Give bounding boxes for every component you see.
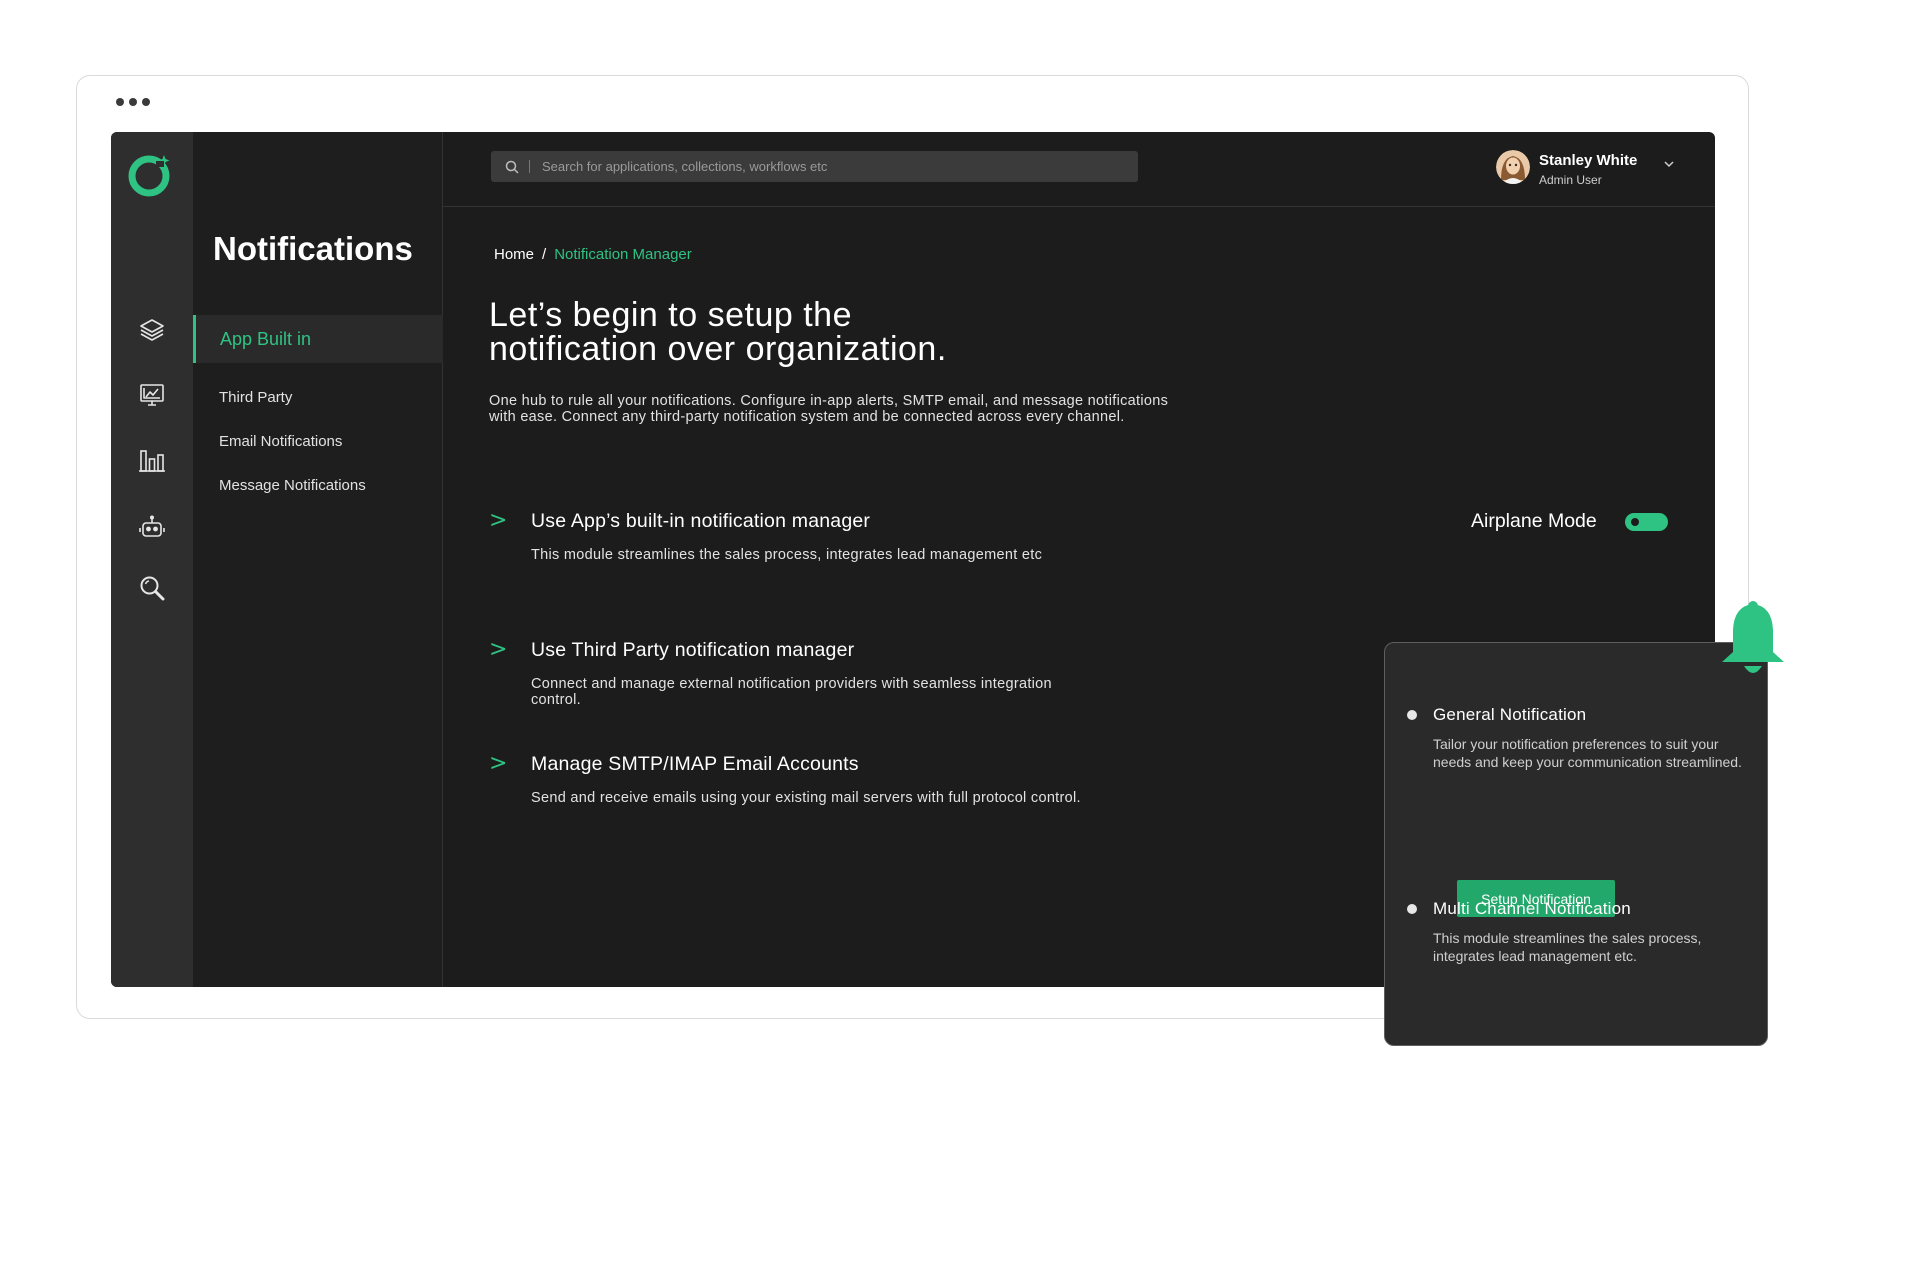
ellipsis-icon[interactable] bbox=[116, 98, 150, 106]
page-title-line-2: notification over organization. bbox=[489, 330, 947, 368]
breadcrumb: Home / Notification Manager bbox=[494, 246, 692, 263]
subnav-title: Notifications bbox=[213, 230, 413, 267]
option-title[interactable]: Use App’s built-in notification manager bbox=[531, 510, 870, 533]
user-role: Admin User bbox=[1539, 173, 1602, 187]
option-description: This module streamlines the sales proces… bbox=[531, 547, 1043, 563]
bar-chart-icon[interactable] bbox=[137, 446, 167, 476]
chevron-down-icon[interactable] bbox=[1663, 158, 1675, 170]
bullet-icon bbox=[1407, 904, 1417, 914]
robot-icon[interactable] bbox=[137, 513, 167, 543]
avatar bbox=[1496, 150, 1530, 184]
chevron-right-icon[interactable]: > bbox=[489, 637, 507, 662]
option-title[interactable]: Manage SMTP/IMAP Email Accounts bbox=[531, 753, 859, 776]
search-icon[interactable] bbox=[137, 573, 167, 603]
page-description: One hub to rule all your notifications. … bbox=[489, 393, 1169, 425]
option-description: Send and receive emails using your exist… bbox=[531, 790, 1081, 806]
notification-description: Tailor your notification preferences to … bbox=[1433, 736, 1742, 770]
notification-title: Multi Channel Notification bbox=[1433, 899, 1631, 918]
breadcrumb-home[interactable]: Home bbox=[494, 246, 534, 263]
option-description: Connect and manage external notification… bbox=[531, 676, 1052, 708]
user-menu[interactable]: Stanley White Admin User bbox=[1496, 150, 1696, 190]
breadcrumb-current: Notification Manager bbox=[554, 246, 692, 263]
search-divider bbox=[529, 160, 530, 173]
page-title: Let’s begin to setup the notification ov… bbox=[489, 298, 1089, 366]
breadcrumb-separator: / bbox=[542, 246, 547, 263]
airplane-mode-label: Airplane Mode bbox=[1471, 510, 1597, 532]
notification-title: General Notification bbox=[1433, 705, 1587, 724]
icon-rail bbox=[111, 132, 193, 987]
search-bar bbox=[491, 151, 1138, 182]
option-title[interactable]: Use Third Party notification manager bbox=[531, 639, 854, 662]
chevron-right-icon[interactable]: > bbox=[489, 751, 507, 776]
chevron-right-icon[interactable]: > bbox=[489, 508, 507, 533]
layers-icon[interactable] bbox=[137, 315, 167, 345]
notification-description: This module streamlines the sales proces… bbox=[1433, 930, 1702, 964]
subnav-item-message-notifications[interactable]: Message Notifications bbox=[193, 477, 443, 494]
notification-card: General Notification Tailor your notific… bbox=[1384, 642, 1768, 1046]
subnav-item-email-notifications[interactable]: Email Notifications bbox=[193, 433, 443, 450]
user-name: Stanley White bbox=[1539, 152, 1638, 169]
subnav-item-third-party[interactable]: Third Party bbox=[193, 389, 443, 406]
bullet-icon bbox=[1407, 710, 1417, 720]
app-logo[interactable] bbox=[126, 149, 176, 199]
top-bar: Stanley White Admin User bbox=[443, 132, 1715, 207]
page-title-line-1: Let’s begin to setup the bbox=[489, 296, 852, 334]
toggle-knob bbox=[1629, 516, 1641, 528]
airplane-mode-toggle[interactable] bbox=[1625, 513, 1668, 531]
search-icon bbox=[505, 160, 519, 174]
analytics-monitor-icon[interactable] bbox=[137, 380, 167, 410]
subnav: Notifications App Built in Third Party E… bbox=[193, 132, 443, 987]
subnav-item-app-built-in[interactable]: App Built in bbox=[193, 315, 443, 363]
search-input[interactable] bbox=[542, 159, 1102, 174]
bell-icon[interactable] bbox=[1718, 600, 1788, 682]
